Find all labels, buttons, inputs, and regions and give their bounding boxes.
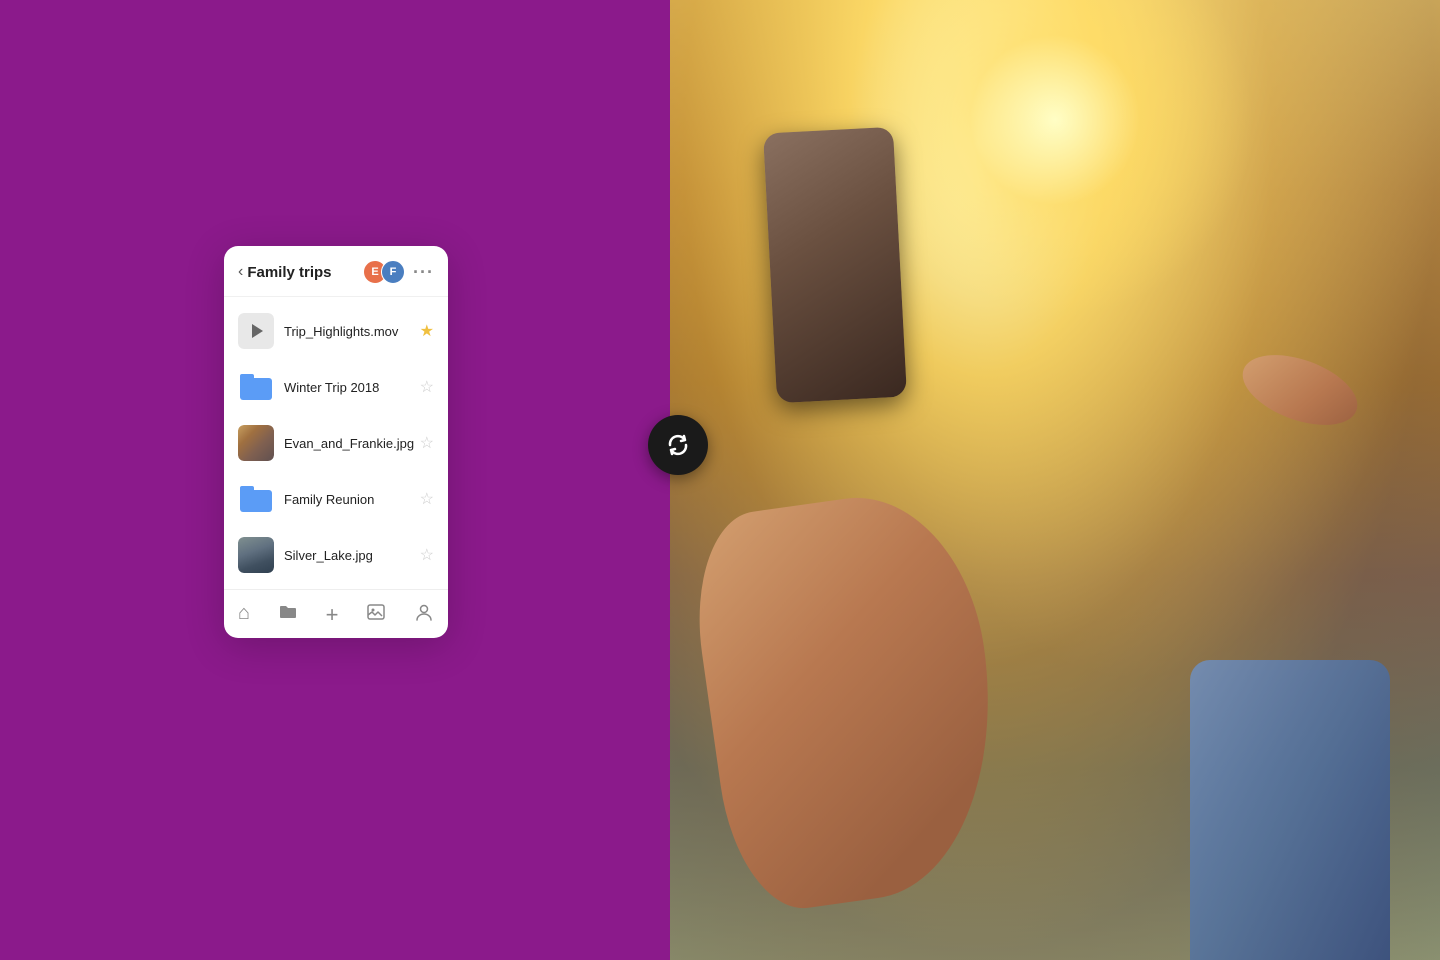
star-button[interactable]: ★: [420, 321, 434, 341]
file-name: Winter Trip 2018: [284, 380, 416, 395]
list-item[interactable]: Trip_Highlights.mov ★: [224, 303, 448, 359]
file-name: Silver_Lake.jpg: [284, 548, 416, 563]
list-item[interactable]: Family Reunion ☆: [224, 471, 448, 527]
card-header: ‹ Family trips E F ···: [224, 246, 448, 297]
star-button[interactable]: ☆: [420, 489, 434, 509]
photo-thumbnail: [238, 537, 274, 573]
list-item[interactable]: Evan_and_Frankie.jpg ☆: [224, 415, 448, 471]
left-panel: ‹ Family trips E F ··· Trip_Highlights.m…: [0, 0, 670, 960]
finger: [1233, 341, 1366, 438]
add-icon: +: [326, 602, 339, 628]
list-item[interactable]: Winter Trip 2018 ☆: [224, 359, 448, 415]
nav-account[interactable]: [406, 600, 442, 630]
file-name: Family Reunion: [284, 492, 416, 507]
sync-button[interactable]: [648, 415, 708, 475]
file-icon-photo: [238, 537, 274, 573]
list-item[interactable]: Silver_Lake.jpg ☆: [224, 527, 448, 583]
folder-icon: [278, 602, 298, 628]
folder-body: [240, 490, 272, 512]
sleeve: [1190, 660, 1390, 960]
file-icon-photo: [238, 425, 274, 461]
phone-body: [763, 127, 907, 403]
right-panel: [670, 0, 1440, 960]
play-icon-bg: [238, 313, 274, 349]
more-button[interactable]: ···: [413, 262, 434, 283]
home-icon: ⌂: [238, 602, 250, 625]
photo-thumbnail: [238, 425, 274, 461]
file-name: Evan_and_Frankie.jpg: [284, 436, 416, 451]
play-triangle-icon: [252, 324, 263, 338]
file-list: Trip_Highlights.mov ★ Winter Trip 2018 ☆: [224, 297, 448, 589]
nav-home[interactable]: ⌂: [230, 600, 258, 630]
photo-content: [670, 0, 1440, 960]
nav-files[interactable]: [270, 600, 306, 630]
file-icon-folder: [238, 481, 274, 517]
folder-body: [240, 378, 272, 400]
light-burst: [855, 0, 1255, 320]
avatar-group: E F: [363, 260, 405, 284]
star-button[interactable]: ☆: [420, 433, 434, 453]
account-icon: [414, 602, 434, 628]
bottom-nav: ⌂ +: [224, 589, 448, 638]
app-card: ‹ Family trips E F ··· Trip_Highlights.m…: [224, 246, 448, 638]
folder-icon: [240, 374, 272, 400]
file-icon-video: [238, 313, 274, 349]
hand-back: [684, 482, 1017, 917]
photos-icon: [366, 602, 386, 628]
sync-icon: [664, 431, 692, 459]
avatar-2: F: [381, 260, 405, 284]
file-icon-folder: [238, 369, 274, 405]
nav-photos[interactable]: [358, 600, 394, 630]
star-button[interactable]: ☆: [420, 377, 434, 397]
nav-add[interactable]: +: [318, 600, 347, 630]
folder-title: Family trips: [247, 264, 363, 281]
folder-icon: [240, 486, 272, 512]
back-button[interactable]: ‹: [238, 263, 243, 281]
star-button[interactable]: ☆: [420, 545, 434, 565]
file-name: Trip_Highlights.mov: [284, 324, 416, 339]
